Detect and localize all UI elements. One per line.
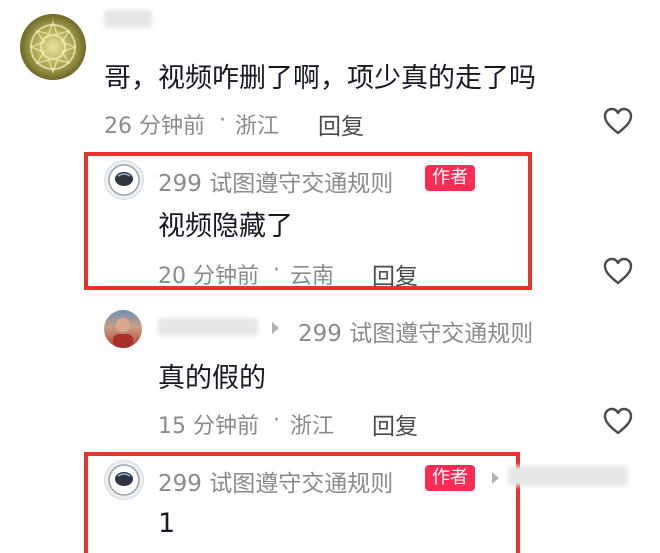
comment-1-text: 哥，视频咋删了啊，项少真的走了吗 (104, 63, 536, 94)
reply-to-caret-right-icon (272, 322, 279, 334)
replier-comment-text: 真的假的 (158, 363, 266, 394)
person-photo-icon (113, 318, 133, 348)
commenter-1-avatar[interactable] (20, 14, 86, 80)
comment-1-reply-button[interactable]: 回复 (318, 107, 364, 141)
author-reply-1-reply-button[interactable]: 回复 (372, 257, 418, 291)
replier-name-blurred[interactable] (158, 318, 258, 336)
replier-comment-time: 15 分钟前 (158, 414, 259, 439)
author-reply-1-location: 云南 (290, 264, 335, 289)
author-name-2[interactable]: 299 试图遵守交通规则 (158, 464, 393, 498)
replier-comment-like-heart-icon[interactable] (602, 406, 634, 436)
reply-to-author-name[interactable]: 299 试图遵守交通规则 (298, 314, 533, 348)
avatar-pattern-icon (28, 19, 78, 75)
author-reply-1-like-heart-icon[interactable] (602, 256, 634, 286)
comment-1-like-heart-icon[interactable] (602, 106, 634, 136)
reply-target-name-blurred[interactable] (508, 466, 628, 486)
replier-comment-reply-button[interactable]: 回复 (372, 407, 418, 441)
comment-1-location: 浙江 (235, 114, 280, 139)
reply-to-caret-right-icon-2 (492, 472, 499, 484)
replier-comment-location: 浙江 (290, 414, 335, 439)
commenter-1-name-blurred[interactable] (104, 10, 152, 28)
comment-1-time: 26 分钟前 (104, 114, 205, 139)
author-name-1[interactable]: 299 试图遵守交通规则 (158, 164, 393, 198)
author-reply-1-text: 视频隐藏了 (158, 211, 293, 242)
author-avatar-2[interactable] (104, 460, 144, 500)
author-reply-2-text: 1 (158, 508, 176, 539)
author-avatar-1[interactable] (104, 160, 144, 200)
astronaut-helmet-icon (108, 164, 140, 196)
replier-comment-separator: · (273, 408, 280, 433)
author-reply-1-time: 20 分钟前 (158, 264, 259, 289)
author-reply-1-separator: · (273, 258, 280, 283)
author-badge-1: 作者 (425, 165, 475, 191)
astronaut-helmet-icon (108, 464, 140, 496)
comment-1-separator: · (219, 108, 226, 133)
replier-avatar[interactable] (104, 310, 142, 348)
author-badge-2: 作者 (425, 465, 475, 491)
